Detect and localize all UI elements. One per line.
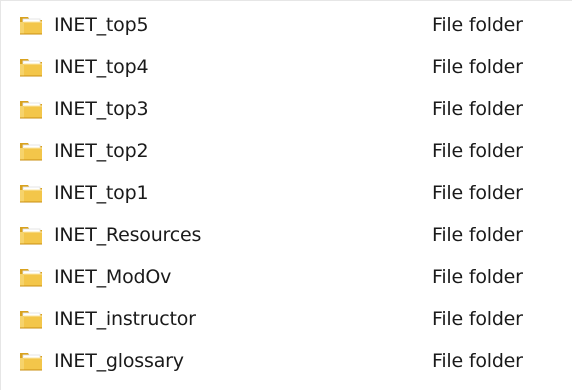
file-row[interactable]: INET_instructor File folder bbox=[1, 298, 572, 340]
file-row[interactable]: INET_top5 File folder bbox=[1, 4, 572, 46]
file-name: INET_top2 bbox=[54, 140, 149, 162]
file-type: File folder bbox=[432, 14, 523, 36]
folder-icon bbox=[17, 307, 45, 331]
file-row[interactable]: INET_top3 File folder bbox=[1, 88, 572, 130]
file-name: INET_top4 bbox=[54, 56, 149, 78]
file-name: INET_ModOv bbox=[54, 266, 172, 288]
file-type: File folder bbox=[432, 182, 523, 204]
file-row[interactable]: INET_ModOv File folder bbox=[1, 256, 572, 298]
file-type: File folder bbox=[432, 56, 523, 78]
file-name: INET_top5 bbox=[54, 14, 149, 36]
file-name: INET_Resources bbox=[54, 224, 202, 246]
file-name: INET_top3 bbox=[54, 98, 149, 120]
file-type: File folder bbox=[432, 140, 523, 162]
folder-icon bbox=[17, 349, 45, 373]
file-list: INET_top5 File folder INET_top4 File fol… bbox=[0, 0, 572, 390]
file-type: File folder bbox=[432, 266, 523, 288]
file-name: INET_glossary bbox=[54, 350, 184, 372]
file-row[interactable]: INET_glossary File folder bbox=[1, 340, 572, 382]
file-row[interactable]: INET_top2 File folder bbox=[1, 130, 572, 172]
folder-icon bbox=[17, 55, 45, 79]
file-type: File folder bbox=[432, 350, 523, 372]
folder-icon bbox=[17, 13, 45, 37]
file-name: INET_instructor bbox=[54, 308, 196, 330]
file-type: File folder bbox=[432, 98, 523, 120]
file-row[interactable]: INET_top4 File folder bbox=[1, 46, 572, 88]
folder-icon bbox=[17, 139, 45, 163]
file-row[interactable]: INET_top1 File folder bbox=[1, 172, 572, 214]
file-type: File folder bbox=[432, 308, 523, 330]
folder-icon bbox=[17, 223, 45, 247]
folder-icon bbox=[17, 265, 45, 289]
file-name: INET_top1 bbox=[54, 182, 149, 204]
folder-icon bbox=[17, 181, 45, 205]
file-row[interactable]: INET_Resources File folder bbox=[1, 214, 572, 256]
file-type: File folder bbox=[432, 224, 523, 246]
folder-icon bbox=[17, 97, 45, 121]
